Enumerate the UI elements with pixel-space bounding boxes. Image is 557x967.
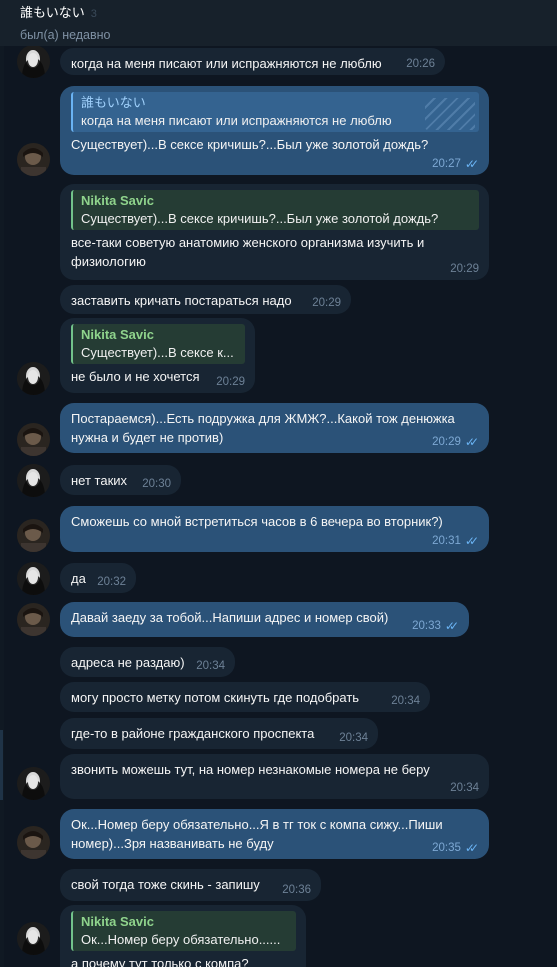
- message-outgoing[interactable]: Сможешь со мной встретиться часов в 6 ве…: [60, 506, 489, 552]
- reply-preview[interactable]: Nikita Savic Ок...Номер беру обязательно…: [71, 911, 296, 951]
- reply-author: 誰もいない: [81, 95, 146, 110]
- message-time: 20:36: [282, 884, 311, 896]
- message-text: Давай заеду за тобой...Напиши адрес и но…: [71, 610, 389, 625]
- avatar[interactable]: [17, 519, 50, 552]
- message-time: 20:30: [142, 478, 171, 490]
- avatar[interactable]: [17, 45, 50, 78]
- message-time: 20:26: [406, 58, 435, 70]
- message-text: а почему тут только с компа?: [71, 956, 249, 967]
- message-text: все-таки советую анатомию женского орган…: [71, 235, 425, 269]
- avatar[interactable]: [17, 464, 50, 497]
- message-incoming[interactable]: нет таких 20:30: [60, 465, 181, 495]
- message-incoming[interactable]: да 20:32: [60, 563, 136, 593]
- message-text: да: [71, 571, 86, 586]
- message-text: заставить кричать постараться надо: [71, 293, 292, 308]
- message-time: 20:34: [339, 732, 368, 744]
- avatar[interactable]: [17, 423, 50, 456]
- reply-text: Существует)...В сексе к...: [81, 345, 234, 360]
- message-time: 20:34: [196, 660, 225, 672]
- message-text: адреса не раздаю): [71, 655, 185, 670]
- read-checkmark-icon: ✓✓: [464, 157, 479, 171]
- message-incoming[interactable]: когда на меня писают или испражняются не…: [60, 48, 445, 75]
- chat-header[interactable]: 誰もいない 3 был(а) недавно: [0, 0, 557, 46]
- message-time: 20:29: [312, 297, 341, 309]
- reply-author: Nikita Savic: [81, 914, 154, 929]
- read-checkmark-icon: ✓✓: [464, 435, 479, 449]
- message-time: 20:33: [412, 620, 441, 632]
- message-text: могу просто метку потом скинуть где подо…: [71, 690, 360, 705]
- reply-preview[interactable]: Nikita Savic Существует)...В сексе кричи…: [71, 190, 479, 230]
- message-time: 20:34: [391, 695, 420, 707]
- message-incoming[interactable]: Nikita Savic Существует)...В сексе к... …: [60, 318, 255, 393]
- message-text: не было и не хочется: [71, 369, 200, 384]
- message-text: свой тогда тоже скинь - запишу: [71, 877, 260, 892]
- message-text: Сможешь со мной встретиться часов в 6 ве…: [71, 514, 443, 529]
- chat-status: был(а) недавно: [20, 28, 111, 42]
- message-incoming[interactable]: Nikita Savic Ок...Номер беру обязательно…: [60, 905, 306, 967]
- avatar[interactable]: [17, 562, 50, 595]
- message-text: где-то в районе гражданского проспекта: [71, 726, 315, 741]
- message-incoming[interactable]: заставить кричать постараться надо 20:29: [60, 285, 351, 314]
- message-time: 20:29: [216, 376, 245, 388]
- message-incoming[interactable]: где-то в районе гражданского проспекта 2…: [60, 718, 378, 749]
- avatar[interactable]: [17, 362, 50, 395]
- message-text: когда на меня писают или испражняются не…: [71, 56, 382, 71]
- message-incoming[interactable]: адреса не раздаю) 20:34: [60, 647, 235, 677]
- avatar[interactable]: [17, 603, 50, 636]
- message-incoming[interactable]: свой тогда тоже скинь - запишу 20:36: [60, 869, 321, 901]
- reply-text: Существует)...В сексе кричишь?...Был уже…: [81, 211, 439, 226]
- message-text: Ок...Номер беру обязательно...Я в тг ток…: [71, 817, 443, 851]
- message-incoming[interactable]: звонить можешь тут, на номер незнакомые …: [60, 754, 489, 799]
- message-time: 20:35: [432, 842, 461, 854]
- message-time: 20:29: [450, 263, 479, 275]
- message-incoming[interactable]: могу просто метку потом скинуть где подо…: [60, 682, 430, 712]
- unread-count: 3: [90, 8, 97, 20]
- read-checkmark-icon: ✓✓: [464, 841, 479, 855]
- message-time: 20:29: [432, 436, 461, 448]
- reply-author: Nikita Savic: [81, 327, 154, 342]
- avatar[interactable]: [17, 922, 50, 955]
- message-feed[interactable]: когда на меня писают или испражняются не…: [0, 0, 557, 967]
- message-text: Постараемся)...Есть подружка для ЖМЖ?...…: [71, 411, 455, 445]
- chat-name: 誰もいない: [20, 5, 85, 20]
- reply-pattern: [425, 98, 475, 130]
- message-outgoing[interactable]: Ок...Номер беру обязательно...Я в тг ток…: [60, 809, 489, 859]
- message-outgoing[interactable]: Давай заеду за тобой...Напиши адрес и но…: [60, 602, 469, 637]
- message-outgoing[interactable]: 誰もいない когда на меня писают или испражняю…: [60, 86, 489, 175]
- message-time: 20:32: [97, 576, 126, 588]
- message-text: нет таких: [71, 473, 128, 488]
- message-text: звонить можешь тут, на номер незнакомые …: [71, 762, 430, 777]
- avatar[interactable]: [17, 826, 50, 859]
- reply-preview[interactable]: 誰もいない когда на меня писают или испражняю…: [71, 92, 479, 132]
- read-checkmark-icon: ✓✓: [464, 534, 479, 548]
- message-incoming[interactable]: Nikita Savic Существует)...В сексе кричи…: [60, 184, 489, 280]
- scroll-marker: [0, 730, 3, 800]
- message-time: 20:34: [450, 782, 479, 794]
- message-text: Существует)...В сексе кричишь?...Был уже…: [71, 137, 429, 152]
- reply-text: Ок...Номер беру обязательно......: [81, 932, 281, 947]
- reply-author: Nikita Savic: [81, 193, 154, 208]
- read-checkmark-icon: ✓✓: [444, 619, 459, 633]
- reply-preview[interactable]: Nikita Savic Существует)...В сексе к...: [71, 324, 245, 364]
- reply-text: когда на меня писают или испражняются не…: [81, 113, 392, 128]
- chat-title[interactable]: 誰もいない 3: [20, 5, 557, 22]
- message-time: 20:31: [432, 535, 461, 547]
- left-panel-edge: [0, 46, 4, 967]
- message-outgoing[interactable]: Постараемся)...Есть подружка для ЖМЖ?...…: [60, 403, 489, 453]
- avatar[interactable]: [17, 143, 50, 176]
- avatar[interactable]: [17, 767, 50, 800]
- message-time: 20:27: [432, 158, 461, 170]
